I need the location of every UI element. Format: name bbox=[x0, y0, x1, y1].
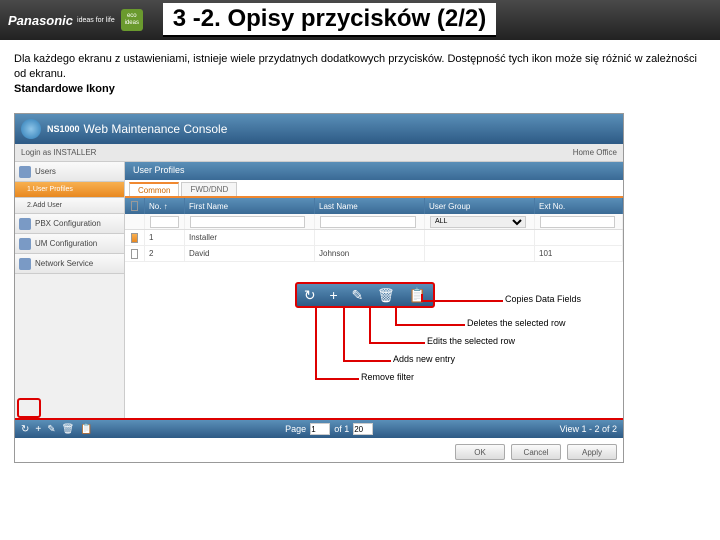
sidebar-item-add-user[interactable]: 2.Add User bbox=[15, 198, 124, 214]
sidebar-item-um[interactable]: UM Configuration bbox=[15, 234, 124, 254]
callout-line bbox=[395, 308, 397, 324]
sidebar-item-pbx[interactable]: PBX Configuration bbox=[15, 214, 124, 234]
filter-no[interactable] bbox=[150, 216, 179, 228]
footer-copy-icon[interactable]: 📋 bbox=[80, 424, 92, 435]
slide-header: Panasonic ideas for life eco ideas 3 -2.… bbox=[0, 0, 720, 40]
intro-p2: Standardowe Ikony bbox=[14, 83, 115, 95]
intro-text: Dla każdego ekranu z ustawieniami, istni… bbox=[0, 40, 720, 109]
table-row[interactable]: 2 David Johnson 101 bbox=[125, 246, 623, 262]
network-icon bbox=[19, 258, 31, 270]
filter-first[interactable] bbox=[190, 216, 305, 228]
pager: Page of 1 bbox=[285, 423, 373, 435]
app-model: NS1000 bbox=[47, 124, 80, 134]
slide-title: 3 -2. Opisy przycisków (2/2) bbox=[163, 3, 496, 37]
grid-header: No. ↑ First Name Last Name User Group Ex… bbox=[125, 198, 623, 214]
apply-button[interactable]: Apply bbox=[567, 444, 617, 460]
um-icon bbox=[19, 238, 31, 250]
sidebar-item-network[interactable]: Network Service bbox=[15, 254, 124, 274]
toolbar-popup: ↻ + ✎ 🗑 📋 bbox=[295, 282, 435, 308]
callout-line bbox=[343, 360, 391, 362]
callout-line bbox=[369, 308, 371, 342]
app-console: Web Maintenance Console bbox=[84, 122, 228, 136]
page-size-input[interactable] bbox=[353, 423, 373, 435]
intro-p1: Dla każdego ekranu z ustawieniami, istni… bbox=[14, 52, 706, 82]
tab-common[interactable]: Common bbox=[129, 182, 179, 196]
home-link[interactable]: Home Office bbox=[573, 148, 617, 157]
callout-add: Adds new entry bbox=[393, 354, 455, 364]
page-input[interactable] bbox=[310, 423, 330, 435]
filter-last[interactable] bbox=[320, 216, 416, 228]
callout-line bbox=[315, 308, 317, 378]
app-screenshot: NS1000 Web Maintenance Console Login as … bbox=[14, 113, 624, 463]
brand-logo: Panasonic bbox=[8, 13, 73, 28]
tab-fwd-dnd[interactable]: FWD/DND bbox=[181, 182, 237, 196]
cancel-button[interactable]: Cancel bbox=[511, 444, 561, 460]
delete-icon[interactable]: 🗑 bbox=[377, 287, 395, 304]
grid-footer: ↻ + ✎ 🗑 📋 Page of 1 View 1 - 2 of 2 bbox=[15, 418, 623, 438]
panel-title: User Profiles bbox=[125, 162, 623, 180]
globe-icon bbox=[21, 119, 41, 139]
callout-line bbox=[369, 342, 425, 344]
brand-tag: ideas for life bbox=[77, 17, 115, 24]
table-row[interactable]: 1 Installer bbox=[125, 230, 623, 246]
callout-delete: Deletes the selected row bbox=[467, 318, 566, 328]
filter-row: ALL bbox=[125, 214, 623, 230]
login-text: Login as INSTALLER bbox=[21, 148, 96, 157]
callout-edit: Edits the selected row bbox=[427, 336, 515, 346]
col-no[interactable]: No. ↑ bbox=[145, 198, 185, 214]
filter-group[interactable]: ALL bbox=[430, 216, 526, 228]
col-group[interactable]: User Group bbox=[425, 198, 535, 214]
login-bar: Login as INSTALLER Home Office bbox=[15, 144, 623, 162]
add-icon[interactable]: + bbox=[329, 287, 337, 303]
row-checkbox[interactable] bbox=[131, 249, 138, 259]
callout-line bbox=[395, 324, 465, 326]
footer-delete-icon[interactable]: 🗑 bbox=[62, 424, 75, 435]
ok-button[interactable]: OK bbox=[455, 444, 505, 460]
button-row: OK Cancel Apply bbox=[455, 444, 617, 460]
callout-line bbox=[343, 308, 345, 360]
app-header: NS1000 Web Maintenance Console bbox=[15, 114, 623, 144]
col-first[interactable]: First Name bbox=[185, 198, 315, 214]
col-last[interactable]: Last Name bbox=[315, 198, 425, 214]
refresh-icon[interactable]: ↻ bbox=[304, 287, 316, 304]
sidebar-item-user-profiles[interactable]: 1.User Profiles bbox=[15, 182, 124, 198]
sidebar-item-users[interactable]: Users bbox=[15, 162, 124, 182]
view-count: View 1 - 2 of 2 bbox=[560, 424, 617, 434]
footer-add-icon[interactable]: + bbox=[35, 424, 41, 435]
pbx-icon bbox=[19, 218, 31, 230]
users-icon bbox=[19, 166, 31, 178]
callout-line bbox=[421, 300, 503, 302]
callout-line bbox=[315, 378, 359, 380]
sidebar: Users 1.User Profiles 2.Add User PBX Con… bbox=[15, 162, 125, 426]
row-checkbox[interactable] bbox=[131, 233, 138, 243]
filter-ext[interactable] bbox=[540, 216, 615, 228]
callout-copy: Copies Data Fields bbox=[505, 294, 581, 304]
footer-edit-icon[interactable]: ✎ bbox=[47, 424, 55, 435]
callout-refresh: Remove filter bbox=[361, 372, 414, 382]
select-all-checkbox[interactable] bbox=[131, 201, 138, 211]
highlight-box bbox=[17, 398, 41, 418]
edit-icon[interactable]: ✎ bbox=[351, 287, 363, 304]
footer-refresh-icon[interactable]: ↻ bbox=[21, 424, 29, 435]
tab-bar: Common FWD/DND bbox=[125, 180, 623, 198]
col-ext[interactable]: Ext No. bbox=[535, 198, 623, 214]
eco-badge: eco ideas bbox=[121, 9, 143, 31]
